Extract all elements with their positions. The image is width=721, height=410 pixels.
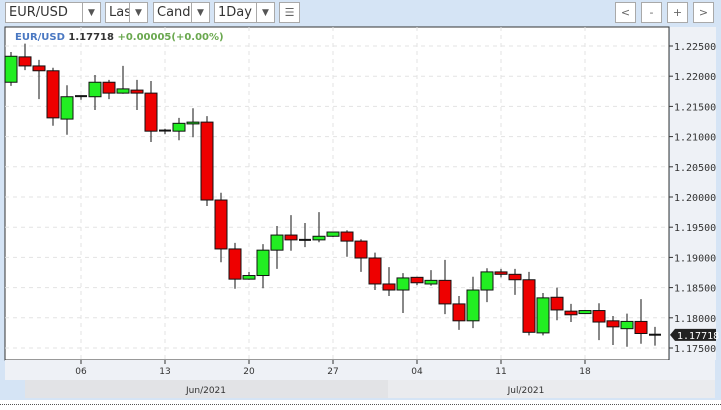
candle-down [410,276,424,284]
quote-symbol: EUR/USD [15,32,65,43]
candle-down [382,283,396,291]
candle-down [564,310,578,316]
candle-up [256,249,270,277]
candlestick-chart[interactable]: 1.22500 1.22000 1.21500 1.21000 1.20500 1.200… [0,0,721,410]
quote-change: +0.00005(+0.00%) [117,32,224,43]
x-tick-label: 04 [411,367,423,377]
candle-down [550,296,564,311]
candle-down [592,310,606,323]
month-band-jul [388,380,715,398]
x-tick-label: 18 [579,367,591,377]
month-label: Jul/2021 [507,386,545,396]
candle-up [326,231,340,237]
candle-up [4,55,18,83]
candle-down [438,279,452,305]
candle-up [242,275,256,280]
candle-down [102,81,116,94]
candle-up [578,310,592,315]
candle-down [634,320,648,335]
quote-header: EUR/USD 1.17718 +0.00005(+0.00%) [15,32,224,43]
candle-up [60,96,74,120]
y-tick-label: 1.22000 [674,72,716,83]
y-tick-label: 1.20500 [674,163,716,174]
candle-down [284,234,298,241]
y-tick-label: 1.18500 [674,284,716,295]
candle-up [424,279,438,285]
candle-down [130,89,144,94]
candle-down [522,279,536,333]
y-tick-label: 1.21500 [674,102,716,113]
last-price-label: 1.17718 [677,331,719,342]
candle-up [116,88,130,94]
candle-up [396,277,410,291]
candle-down [494,271,508,275]
candle-up [270,234,284,251]
candle-down [200,121,214,201]
candle-down [46,70,60,119]
y-tick-label: 1.20000 [674,193,716,204]
candle-down [354,240,368,259]
candle-up [88,81,102,98]
candle-up [620,320,634,330]
candle-down [32,65,46,72]
y-tick-label: 1.19000 [674,253,716,264]
y-tick-label: 1.22500 [674,42,716,53]
candle-down [144,92,158,132]
x-tick-label: 27 [327,367,338,377]
x-axis-area [5,360,715,380]
x-tick-label: 11 [495,367,506,377]
candle-up [312,235,326,241]
candle-up [186,121,200,125]
candle-down [368,257,382,285]
candle-down [18,56,32,67]
y-tick-label: 1.19500 [674,223,716,234]
x-tick-label: 20 [243,367,255,377]
candle-down [606,320,620,328]
month-label: Jun/2021 [185,386,226,396]
candle-down [508,273,522,281]
y-tick-label: 1.18000 [674,314,716,325]
candle-up [480,271,494,291]
candle-down [340,231,354,242]
candle-down [214,199,228,250]
x-tick-label: 06 [75,367,87,377]
candle-up [536,297,550,334]
candle-down [228,248,242,280]
y-tick-label: 1.17500 [674,344,716,355]
x-tick-label: 13 [159,367,170,377]
candle-down [452,303,466,322]
plot-area [4,26,670,361]
quote-last: 1.17718 [68,32,114,43]
y-tick-label: 1.21000 [674,133,716,144]
candle-up [466,289,480,322]
candle-up [172,122,186,132]
